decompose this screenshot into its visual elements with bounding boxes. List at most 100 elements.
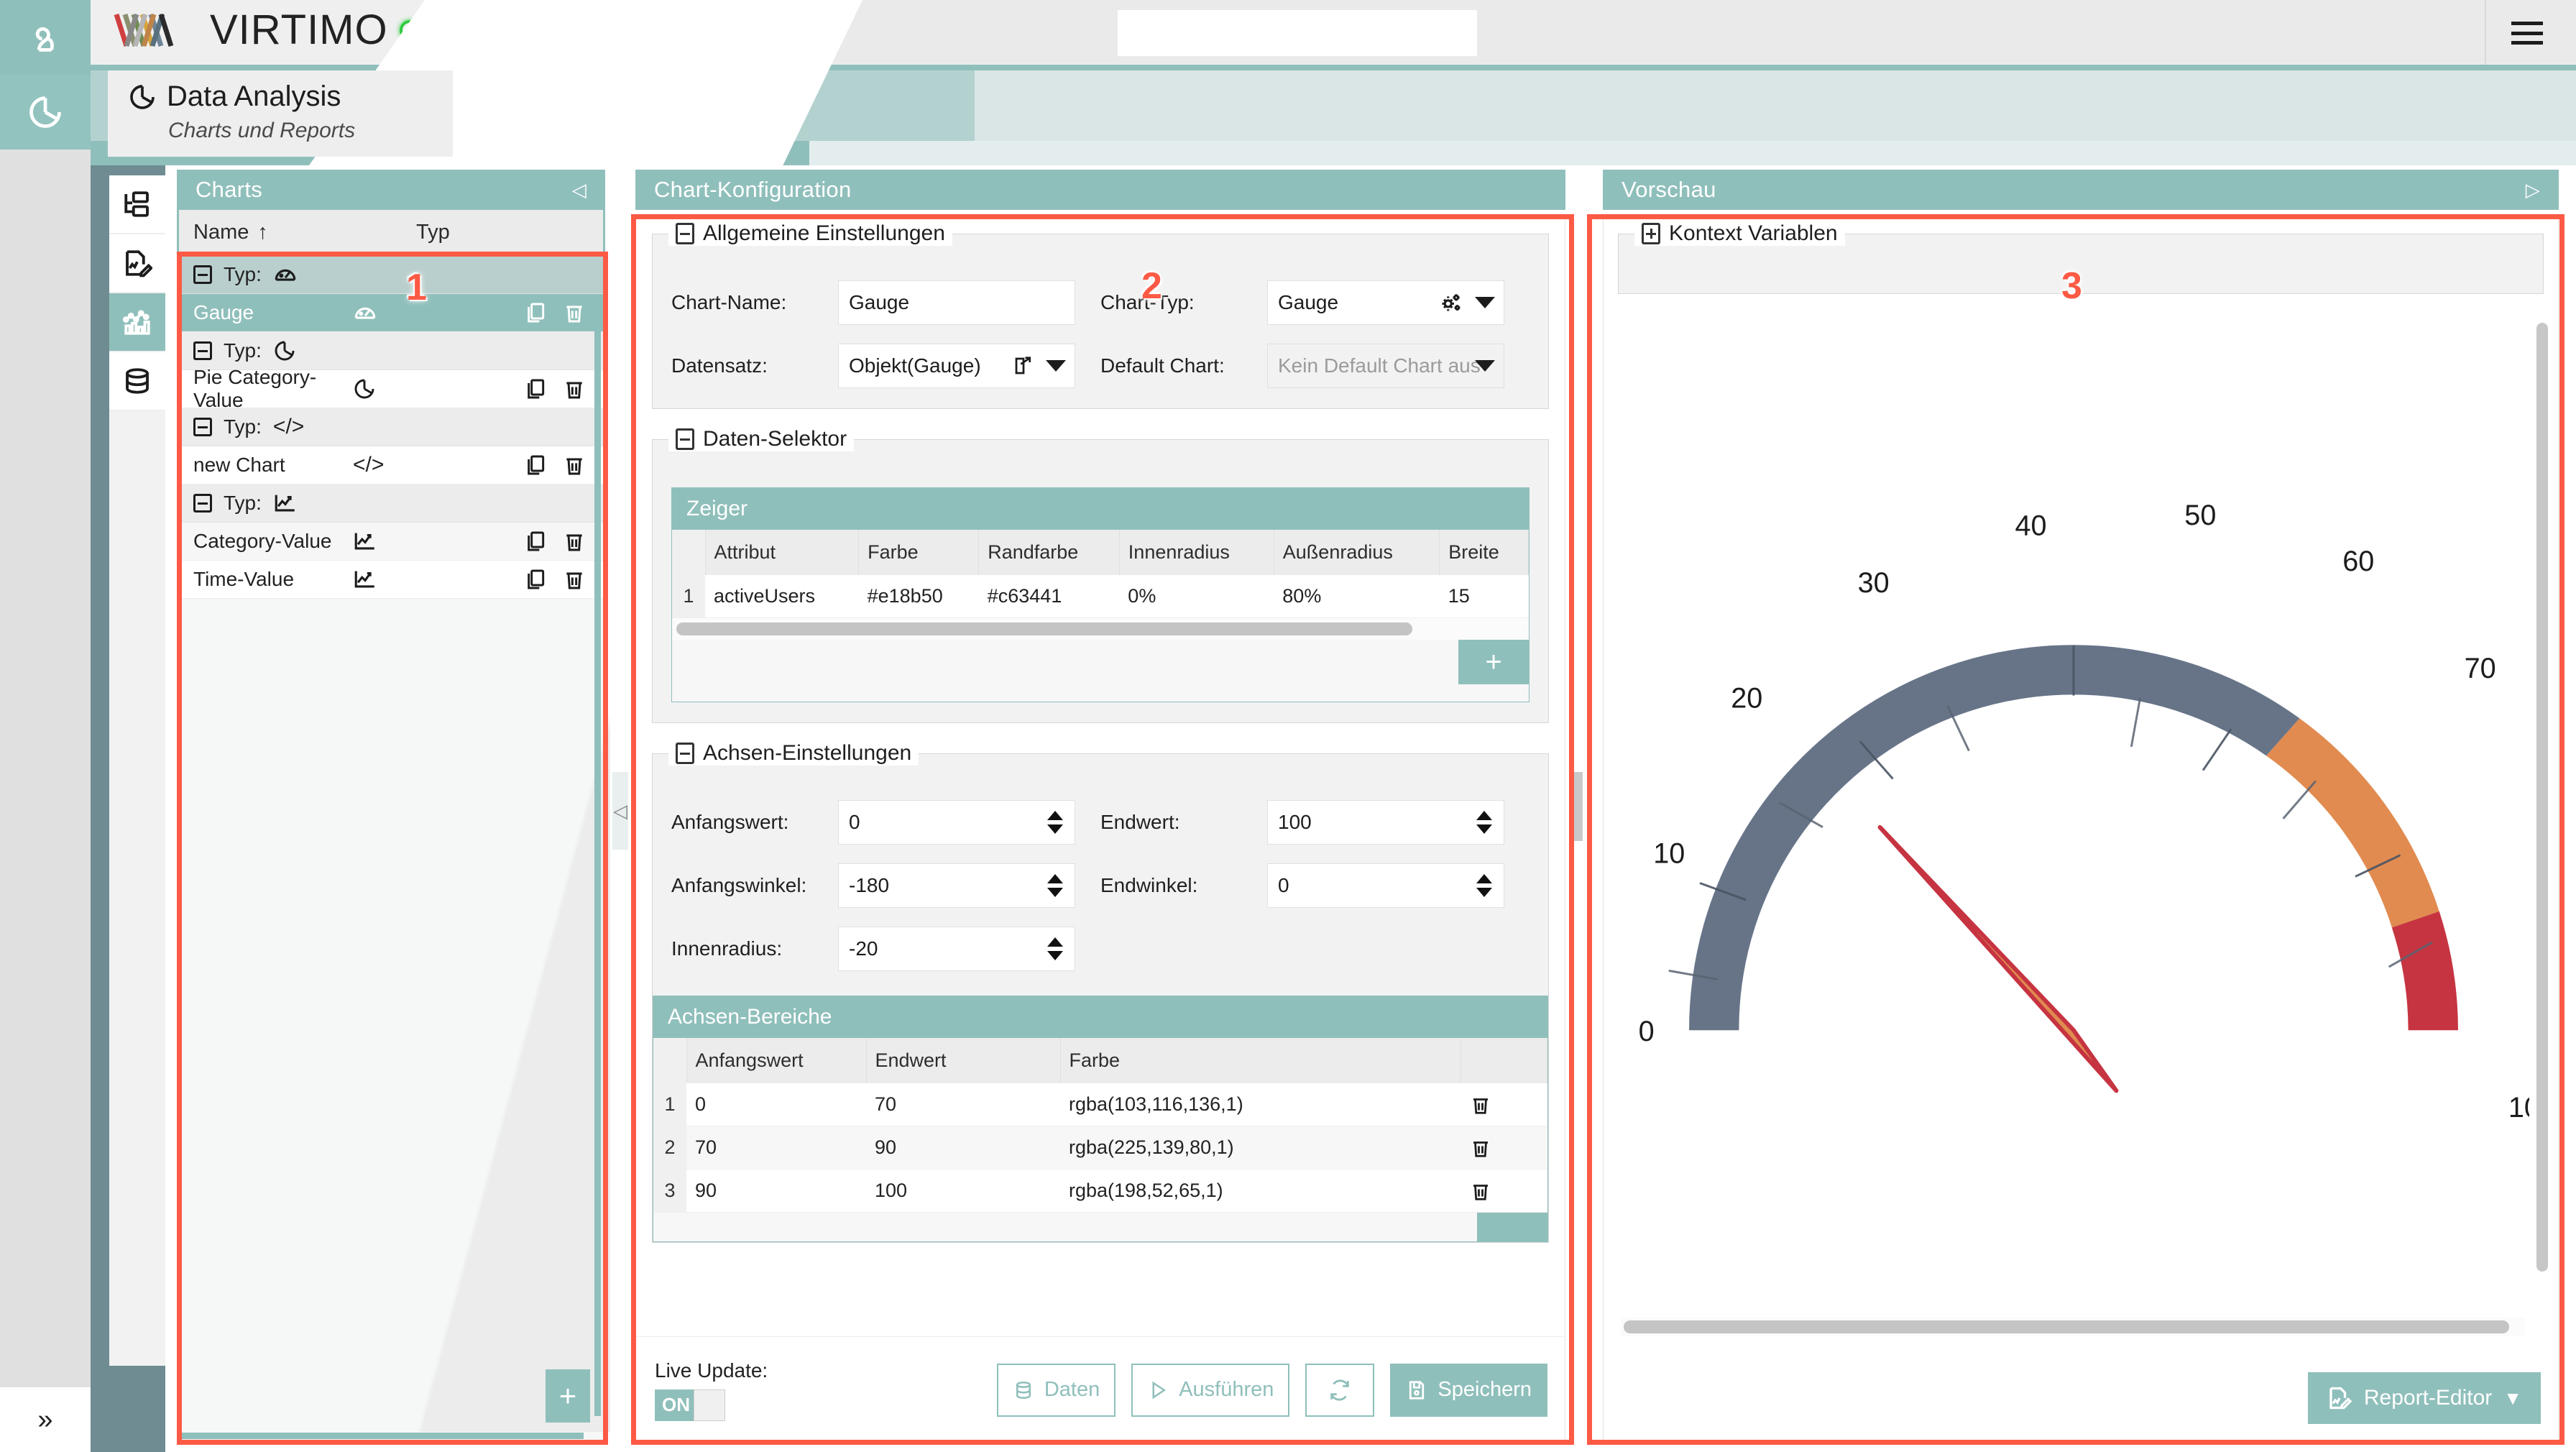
- trash-icon[interactable]: [1470, 1180, 1539, 1202]
- chart-list-item-gauge[interactable]: Gauge: [179, 294, 603, 332]
- daten-button[interactable]: Daten: [996, 1363, 1116, 1417]
- cell-randfarbe[interactable]: #c63441: [978, 575, 1120, 618]
- cell-innenradius[interactable]: 0%: [1119, 575, 1274, 618]
- endwinkel-stepper[interactable]: 0: [1267, 863, 1504, 908]
- rail-item-squirrel[interactable]: [0, 0, 91, 75]
- add-range-button[interactable]: [1477, 1213, 1547, 1241]
- cell-attribut[interactable]: activeUsers: [705, 575, 859, 618]
- chart-list-item-pie-category-value[interactable]: Pie Category-Value: [179, 366, 603, 411]
- column-header-typ[interactable]: Typ: [416, 221, 531, 244]
- collapse-box-icon[interactable]: [193, 494, 212, 513]
- report-editor-button[interactable]: Report-Editor ▼: [2307, 1372, 2541, 1424]
- charts-group-row[interactable]: Typ:: [179, 484, 603, 523]
- delete-row-button[interactable]: [1460, 1169, 1547, 1213]
- collapse-box-icon[interactable]: [193, 418, 212, 436]
- innenradius-stepper[interactable]: -20: [838, 927, 1075, 971]
- icon-column-item-folder-tree[interactable]: [109, 175, 165, 234]
- caret-down-icon[interactable]: [1046, 360, 1066, 372]
- hamburger-icon[interactable]: [2511, 22, 2543, 45]
- trash-icon[interactable]: [563, 377, 586, 400]
- cell-endwert[interactable]: 90: [866, 1126, 1060, 1170]
- chevron-right-icon[interactable]: ▷: [2526, 179, 2540, 201]
- gears-icon[interactable]: [1439, 290, 1463, 315]
- live-update-toggle[interactable]: ON: [655, 1389, 725, 1421]
- chart-list-item-time-value[interactable]: Time-Value: [179, 561, 603, 599]
- icon-column-item-data-analysis[interactable]: [109, 293, 165, 352]
- preview-horizontal-scrollbar-thumb[interactable]: [1624, 1320, 2509, 1333]
- trash-icon[interactable]: [1470, 1137, 1539, 1159]
- trash-icon[interactable]: [1470, 1094, 1539, 1116]
- stepper-arrows-icon[interactable]: [1476, 811, 1492, 834]
- preview-vertical-scrollbar[interactable]: [2536, 323, 2548, 1272]
- table-row[interactable]: 1 activeUsers #e18b50 #c63441 0% 80% 15: [672, 575, 1529, 618]
- scrollbar-thumb[interactable]: [676, 622, 1412, 635]
- anfangswinkel-stepper[interactable]: -180: [838, 863, 1075, 908]
- table-row[interactable]: 3 90 100 rgba(198,52,65,1): [653, 1169, 1547, 1213]
- brand-logo[interactable]: VIRTIMO: [112, 6, 420, 54]
- ausfuehren-button[interactable]: Ausführen: [1131, 1363, 1290, 1417]
- collapse-box-icon[interactable]: [193, 341, 212, 360]
- table-row[interactable]: 1 0 70 rgba(103,116,136,1): [653, 1083, 1547, 1126]
- charts-vertical-scrollbar[interactable]: [594, 295, 601, 1416]
- stepper-arrows-icon[interactable]: [1476, 874, 1492, 897]
- splitter-config-preview[interactable]: [1573, 772, 1583, 841]
- collapse-box-icon[interactable]: [193, 265, 212, 284]
- chevron-left-icon[interactable]: ◁: [572, 179, 586, 201]
- icon-column-item-database[interactable]: [109, 352, 165, 411]
- refresh-button[interactable]: [1305, 1363, 1375, 1417]
- cell-farbe[interactable]: rgba(198,52,65,1): [1060, 1169, 1461, 1213]
- anfangswert-stepper[interactable]: 0: [838, 800, 1075, 845]
- cell-anfangswert[interactable]: 70: [686, 1126, 866, 1170]
- cell-farbe[interactable]: rgba(225,139,80,1): [1060, 1126, 1461, 1170]
- caret-down-icon[interactable]: [1475, 297, 1495, 308]
- stepper-arrows-icon[interactable]: [1047, 874, 1063, 897]
- speichern-button[interactable]: Speichern: [1390, 1363, 1547, 1417]
- stepper-arrows-icon[interactable]: [1047, 811, 1063, 834]
- cell-anfangswert[interactable]: 90: [686, 1169, 866, 1213]
- add-zeiger-button[interactable]: +: [1458, 640, 1529, 684]
- collapse-box-icon[interactable]: [676, 428, 694, 450]
- cell-endwert[interactable]: 100: [866, 1169, 1060, 1213]
- chart-type-select[interactable]: Gauge: [1267, 280, 1504, 325]
- charts-horizontal-scrollbar[interactable]: [181, 1433, 584, 1439]
- copy-icon[interactable]: [524, 377, 547, 400]
- chart-list-item-category-value[interactable]: Category-Value: [179, 523, 603, 561]
- copy-icon[interactable]: [524, 454, 547, 477]
- cell-farbe[interactable]: rgba(103,116,136,1): [1060, 1083, 1461, 1126]
- delete-row-button[interactable]: [1460, 1126, 1547, 1170]
- plus-box-icon[interactable]: [1642, 223, 1660, 244]
- stepper-arrows-icon[interactable]: [1047, 937, 1063, 960]
- add-chart-button[interactable]: +: [546, 1369, 590, 1423]
- copy-icon[interactable]: [524, 568, 547, 591]
- icon-column-item-report-editor[interactable]: [109, 234, 165, 293]
- table-row[interactable]: 2 70 90 rgba(225,139,80,1): [653, 1126, 1547, 1170]
- rail-expand-button[interactable]: »: [0, 1387, 91, 1452]
- charts-group-row[interactable]: Typ:: [179, 332, 603, 370]
- copy-icon[interactable]: [524, 530, 547, 553]
- cell-endwert[interactable]: 70: [866, 1083, 1060, 1126]
- cell-breite[interactable]: 15: [1439, 575, 1529, 618]
- rail-item-analysis[interactable]: [0, 75, 91, 150]
- collapse-box-icon[interactable]: [676, 743, 694, 764]
- zeiger-horizontal-scrollbar[interactable]: [672, 618, 1529, 640]
- delete-row-button[interactable]: [1460, 1083, 1547, 1126]
- chart-name-input[interactable]: Gauge: [838, 280, 1075, 325]
- chart-list-item-new-chart[interactable]: new Chart </>: [179, 446, 603, 484]
- search-input[interactable]: [1118, 10, 1477, 56]
- charts-group-row[interactable]: Typ: </>: [179, 408, 603, 446]
- collapse-box-icon[interactable]: [676, 223, 694, 244]
- trash-icon[interactable]: [563, 568, 586, 591]
- copy-icon[interactable]: [524, 301, 547, 324]
- trash-icon[interactable]: [563, 530, 586, 553]
- cell-aussenradius[interactable]: 80%: [1274, 575, 1440, 618]
- trash-icon[interactable]: [563, 454, 586, 477]
- endwert-stepper[interactable]: 100: [1267, 800, 1504, 845]
- caret-down-icon[interactable]: ▼: [2503, 1387, 2522, 1410]
- cell-anfangswert[interactable]: 0: [686, 1083, 866, 1126]
- caret-down-icon[interactable]: [1475, 360, 1495, 372]
- splitter-charts-config[interactable]: ◁: [612, 772, 628, 850]
- default-chart-select[interactable]: Kein Default Chart aus: [1267, 344, 1504, 388]
- charts-group-row[interactable]: Typ:: [179, 256, 603, 294]
- cell-farbe[interactable]: #e18b50: [858, 575, 979, 618]
- external-link-icon[interactable]: [1013, 355, 1034, 377]
